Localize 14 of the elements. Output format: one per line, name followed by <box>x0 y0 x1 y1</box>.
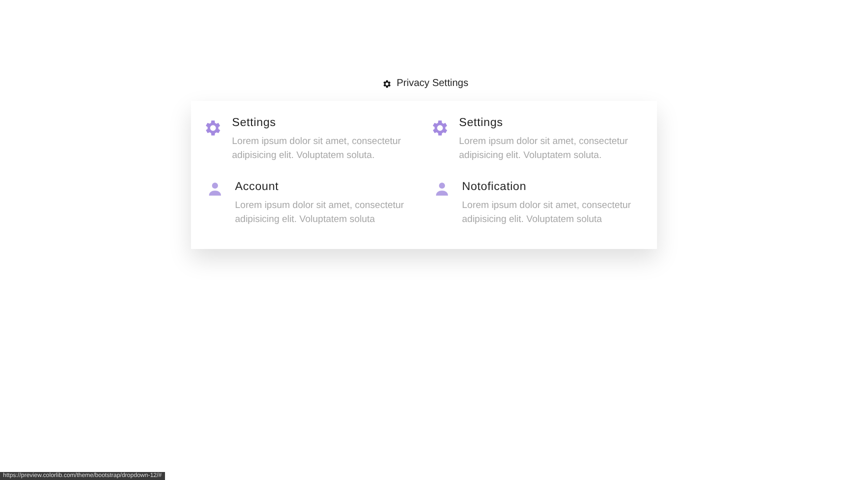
gear-icon <box>430 118 450 138</box>
item-description: Lorem ipsum dolor sit amet, consectetur adipisicing elit. Voluptatem soluta <box>462 199 632 227</box>
item-description: Lorem ipsum dolor sit amet, consectetur adipisicing elit. Voluptatem soluta. <box>459 135 629 163</box>
person-icon <box>207 181 223 197</box>
menu-item-link[interactable]: Settings <box>459 117 639 129</box>
item-description: Lorem ipsum dolor sit amet, consectetur adipisicing elit. Voluptatem soluta <box>235 199 405 227</box>
menu-item-link[interactable]: Settings <box>232 117 412 129</box>
item-description: Lorem ipsum dolor sit amet, consectetur adipisicing elit. Voluptatem soluta. <box>232 135 402 163</box>
privacy-settings-button[interactable]: Privacy Settings <box>380 76 470 91</box>
menu-item-link[interactable]: Notofication <box>462 181 642 193</box>
gear-icon <box>382 78 392 88</box>
gear-icon <box>203 118 223 138</box>
person-icon <box>434 181 450 197</box>
menu-item-link[interactable]: Account <box>235 181 415 193</box>
